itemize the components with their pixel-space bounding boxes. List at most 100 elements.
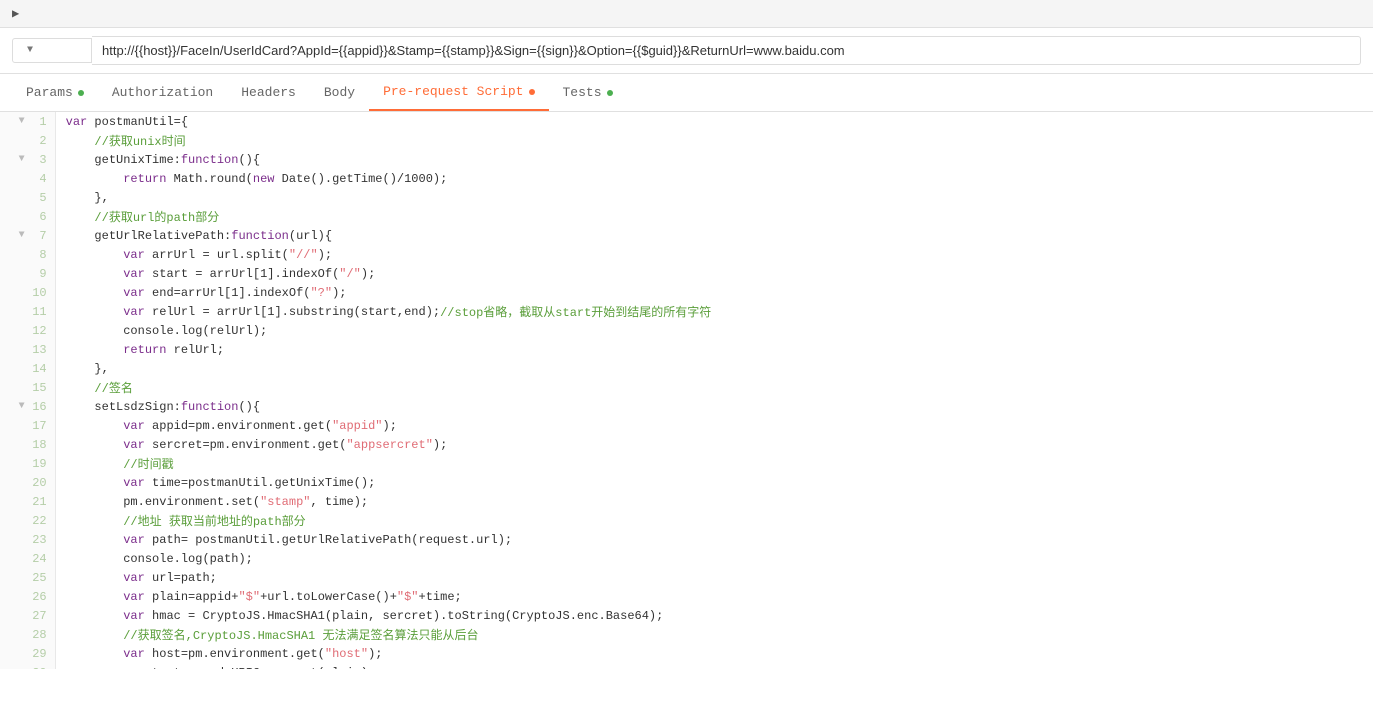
code-line: var start = arrUrl[1].indexOf("/");	[56, 264, 1373, 283]
line-num-label: 14	[27, 362, 47, 376]
token-plain: appid=pm.environment.get(	[145, 419, 332, 433]
code-line: pm.environment.set("stamp", time);	[56, 492, 1373, 511]
line-num-label: 24	[27, 552, 47, 566]
line-num-label: 8	[27, 248, 47, 262]
line-number: 23	[0, 530, 55, 549]
token-plain: (){	[238, 153, 260, 167]
line-num-label: 30	[27, 666, 47, 670]
code-editor[interactable]: var postmanUtil={ //获取unix时间 getUnixTime…	[56, 112, 1373, 669]
token-plain: Math.round(	[166, 172, 252, 186]
token-plain: pm.environment.set(	[66, 495, 260, 509]
line-number: 26	[0, 587, 55, 606]
code-line: var url=path;	[56, 568, 1373, 587]
token-plain: plain=appid+	[145, 590, 239, 604]
fold-icon[interactable]: ▼	[15, 116, 25, 127]
line-number: 19	[0, 454, 55, 473]
line-number: 18	[0, 435, 55, 454]
line-num-label: 2	[27, 134, 47, 148]
tabs-bar: Params Authorization Headers Body Pre-re…	[0, 74, 1373, 112]
token-plain: getUrlRelativePath:	[66, 229, 232, 243]
token-plain: );	[332, 286, 346, 300]
line-number: 29	[0, 644, 55, 663]
line-number: 25	[0, 568, 55, 587]
token-cmt: //获取unix时间	[66, 132, 186, 149]
code-line: var end=arrUrl[1].indexOf("?");	[56, 283, 1373, 302]
line-num-label: 11	[27, 305, 47, 319]
token-kw: var	[66, 286, 145, 300]
token-plain: getUnixTime:	[66, 153, 181, 167]
code-line: var appid=pm.environment.get("appid");	[56, 416, 1373, 435]
line-number: 13	[0, 340, 55, 359]
tab-body[interactable]: Body	[310, 75, 369, 110]
fold-icon[interactable]: ▼	[15, 230, 25, 241]
chevron-down-icon: ▼	[27, 45, 33, 56]
code-line: //时间戳	[56, 454, 1373, 473]
tab-authorization-label: Authorization	[112, 85, 213, 100]
tab-tests[interactable]: Tests	[549, 75, 627, 110]
code-line: console.log(path);	[56, 549, 1373, 568]
token-plain: , time);	[310, 495, 368, 509]
tab-pre-request[interactable]: Pre-request Script	[369, 74, 548, 111]
token-plain: end=arrUrl[1].indexOf(	[145, 286, 311, 300]
token-plain: arrUrl = url.split(	[145, 248, 289, 262]
code-line: var text=encodeURIComponent(plain);	[56, 663, 1373, 669]
tab-authorization[interactable]: Authorization	[98, 75, 227, 110]
code-line: var host=pm.environment.get("host");	[56, 644, 1373, 663]
token-plain: (){	[238, 400, 260, 414]
code-line: return relUrl;	[56, 340, 1373, 359]
line-number: 15	[0, 378, 55, 397]
token-kw: var	[66, 267, 145, 281]
code-line: var time=postmanUtil.getUnixTime();	[56, 473, 1373, 492]
token-plain: sercret=pm.environment.get(	[145, 438, 347, 452]
token-cmt: //获取url的path部分	[66, 208, 220, 225]
token-str: "host"	[325, 647, 368, 661]
token-kw: var	[66, 590, 145, 604]
token-plain: setLsdzSign:	[66, 400, 181, 414]
line-number: 22	[0, 511, 55, 530]
tab-params-dot	[78, 90, 84, 96]
token-cmt: //签名	[66, 379, 133, 396]
tab-tests-dot	[607, 90, 613, 96]
tab-pre-request-label: Pre-request Script	[383, 84, 523, 99]
token-kw: var	[66, 248, 145, 262]
code-line: var path= postmanUtil.getUrlRelativePath…	[56, 530, 1373, 549]
token-kw: var	[66, 533, 145, 547]
code-line: },	[56, 188, 1373, 207]
url-input[interactable]	[92, 36, 1361, 65]
code-line: getUrlRelativePath:function(url){	[56, 226, 1373, 245]
token-plain: );	[368, 647, 382, 661]
line-num-label: 25	[27, 571, 47, 585]
token-kw: var	[66, 609, 145, 623]
line-num-label: 21	[27, 495, 47, 509]
token-kw: return	[66, 343, 167, 357]
tab-params[interactable]: Params	[12, 75, 98, 110]
code-line: var relUrl = arrUrl[1].substring(start,e…	[56, 302, 1373, 321]
line-num-label: 18	[27, 438, 47, 452]
line-number: 24	[0, 549, 55, 568]
code-line: var sercret=pm.environment.get("appsercr…	[56, 435, 1373, 454]
token-kw: var	[66, 476, 145, 490]
code-line: //获取url的path部分	[56, 207, 1373, 226]
tab-headers[interactable]: Headers	[227, 75, 310, 110]
line-num-label: 3	[27, 153, 47, 167]
tab-headers-label: Headers	[241, 85, 296, 100]
token-plain: host=pm.environment.get(	[145, 647, 325, 661]
line-number: 11	[0, 302, 55, 321]
token-cmt: //时间戳	[66, 455, 174, 472]
token-plain: console.log(path);	[66, 552, 253, 566]
line-num-label: 20	[27, 476, 47, 490]
line-number: ▼16	[0, 397, 55, 416]
code-line: getUnixTime:function(){	[56, 150, 1373, 169]
token-plain: +time;	[419, 590, 462, 604]
code-line: var hmac = CryptoJS.HmacSHA1(plain, serc…	[56, 606, 1373, 625]
token-str: "stamp"	[260, 495, 310, 509]
code-line: console.log(relUrl);	[56, 321, 1373, 340]
breadcrumb: ▶	[0, 0, 1373, 28]
fold-icon[interactable]: ▼	[15, 401, 25, 412]
line-num-label: 23	[27, 533, 47, 547]
line-number: 2	[0, 131, 55, 150]
code-line: return Math.round(new Date().getTime()/1…	[56, 169, 1373, 188]
fold-icon[interactable]: ▼	[15, 154, 25, 165]
method-selector[interactable]: ▼	[12, 38, 92, 63]
token-str: "/"	[339, 267, 361, 281]
